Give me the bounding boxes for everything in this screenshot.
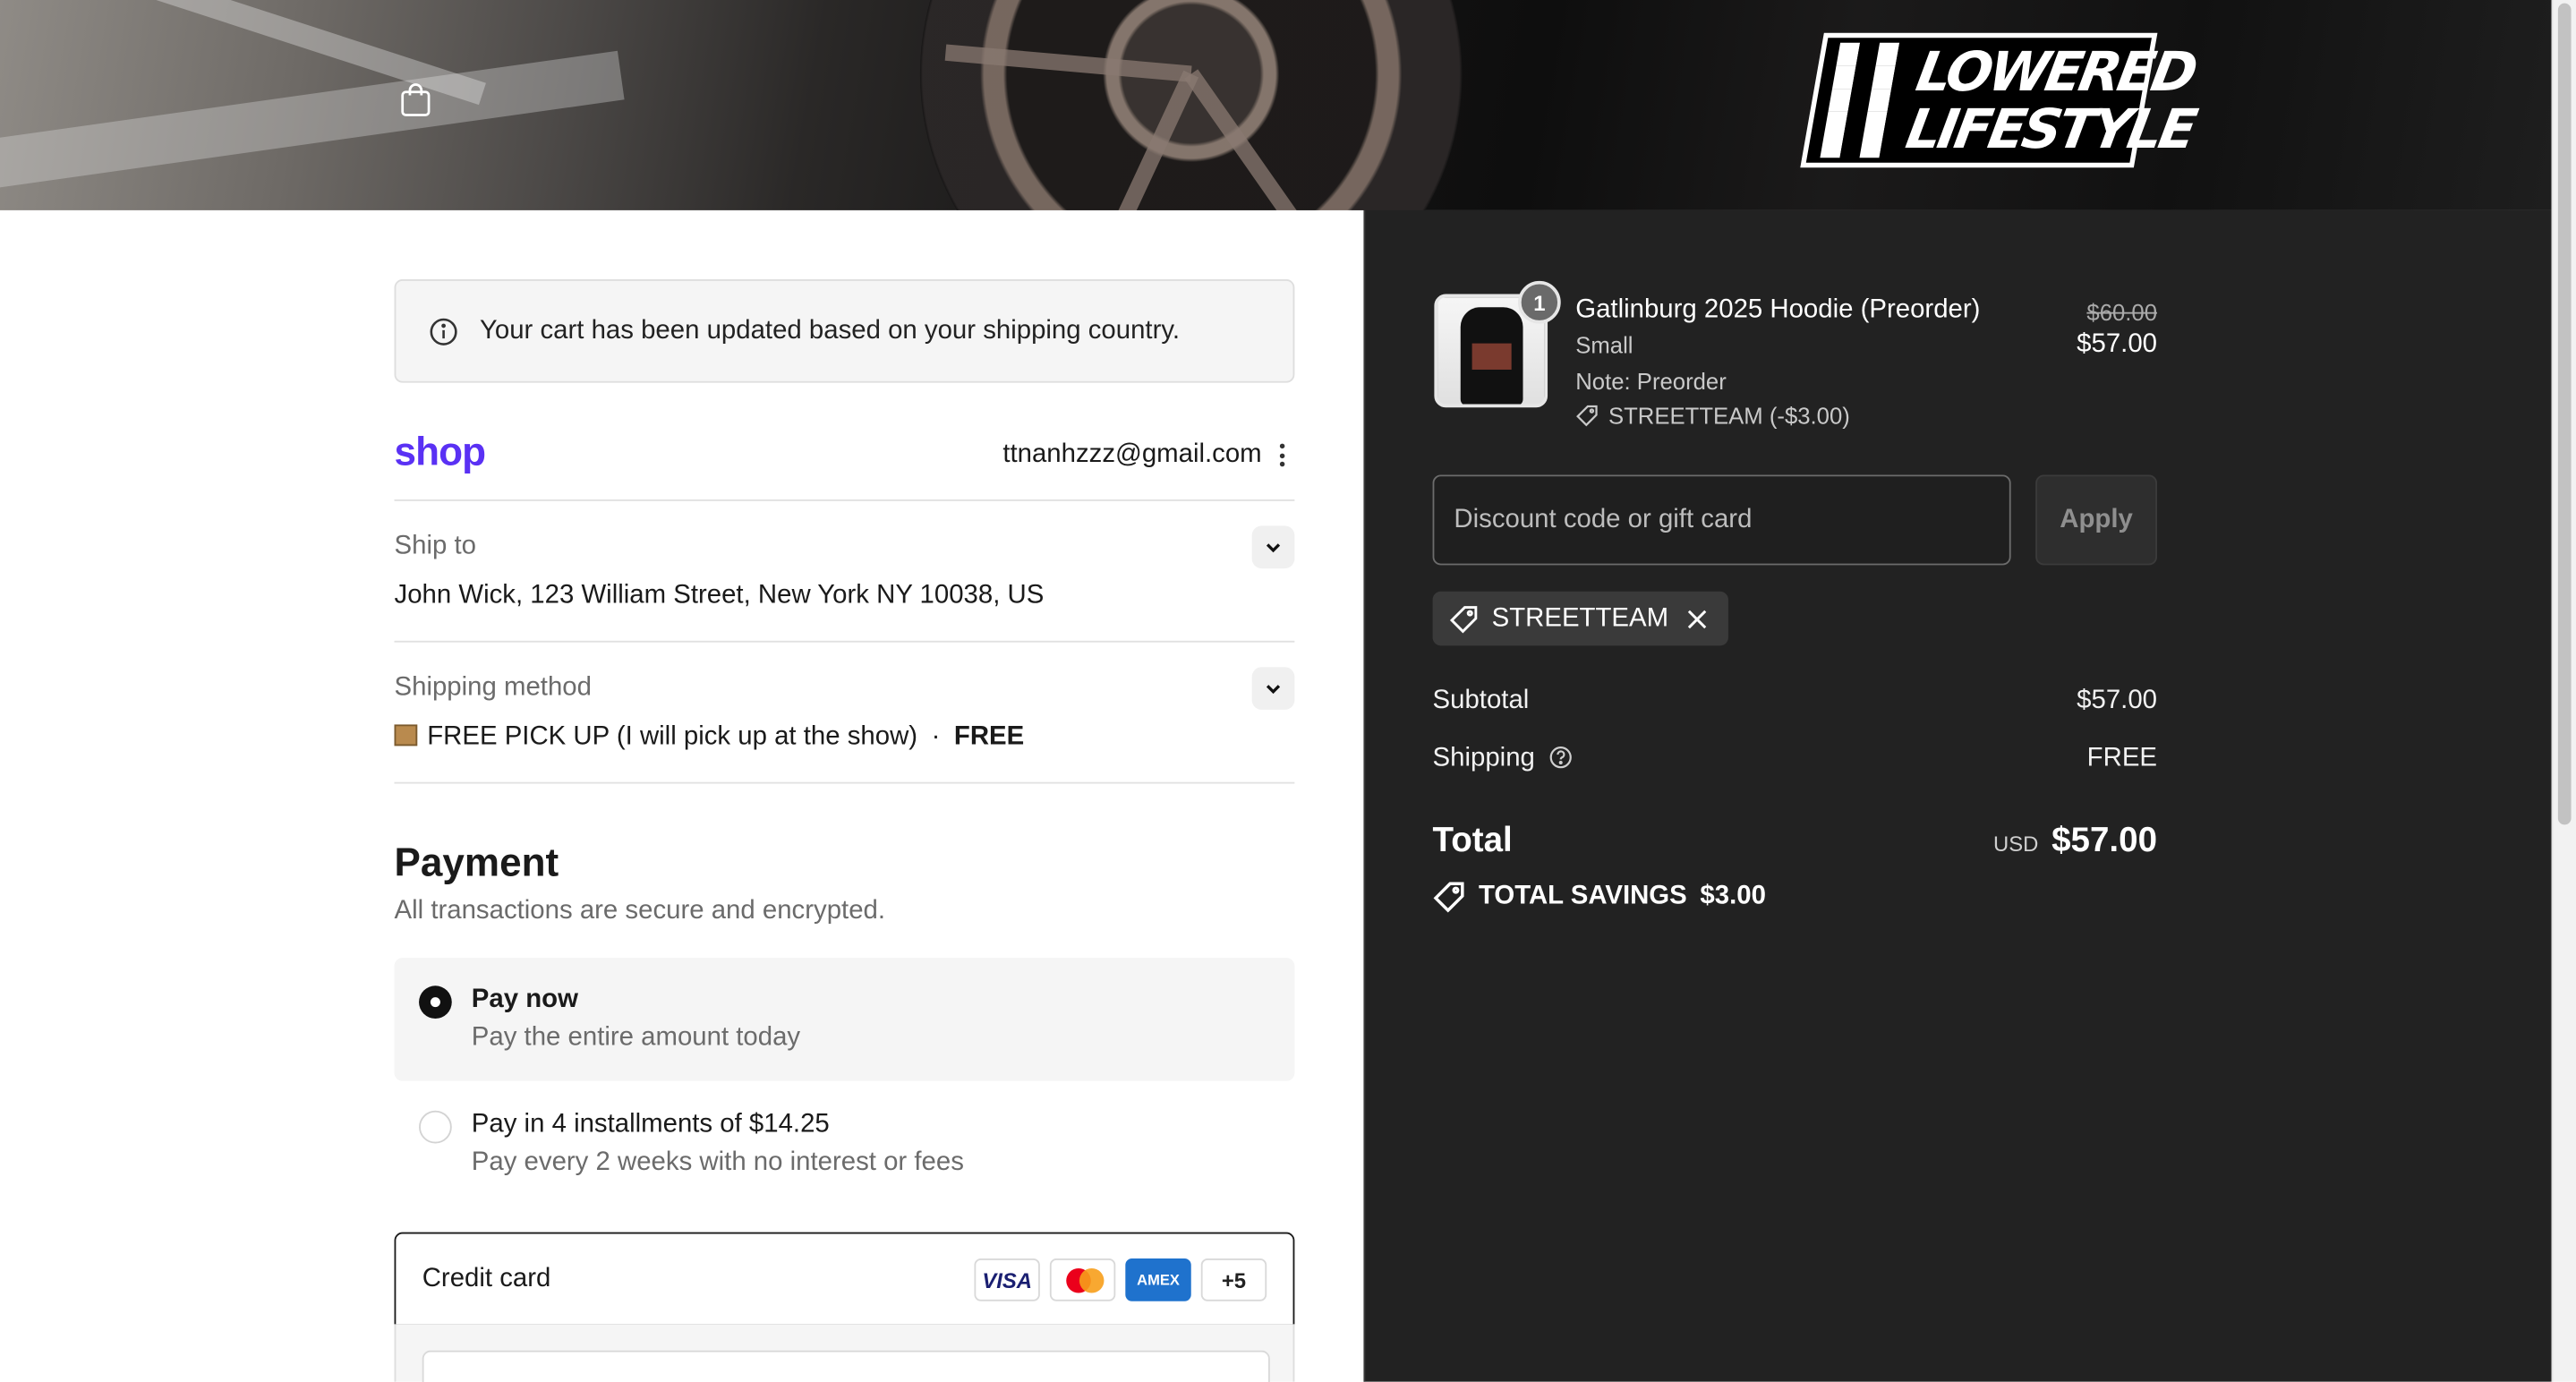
shipping-method-value: FREE PICK UP (I will pick up at the show…	[394, 722, 1025, 753]
amex-icon: AMEX	[1125, 1258, 1191, 1301]
remove-discount-icon[interactable]	[1685, 607, 1708, 630]
page-scrollbar[interactable]	[2551, 0, 2576, 1382]
tag-icon	[1449, 605, 1478, 633]
subtotal-label: Subtotal	[1432, 687, 1530, 715]
logo-text-line2: LIFESTYLE	[1901, 97, 2199, 161]
discount-code-input[interactable]	[1432, 474, 2011, 566]
shipping-method-name: FREE PICK UP (I will pick up at the show…	[427, 722, 918, 751]
credit-card-label: Credit card	[422, 1264, 551, 1292]
shopping-bag-icon[interactable]	[399, 82, 432, 118]
shipping-row-label: Shipping	[1433, 744, 1573, 773]
quantity-badge: 1	[1518, 280, 1561, 324]
scrollbar-thumb[interactable]	[2557, 3, 2572, 825]
total-amount: $57.00	[2051, 821, 2158, 859]
pay-now-option[interactable]	[394, 958, 1295, 1081]
shipping-label: Shipping	[1432, 744, 1535, 772]
item-price: $57.00	[2077, 329, 2158, 359]
store-logo[interactable]: LOWERED LIFESTYLE	[1800, 32, 2199, 168]
tag-icon	[1576, 405, 1598, 427]
pay-now-title: Pay now	[471, 985, 578, 1014]
mastercard-icon	[1049, 1258, 1116, 1301]
chevron-down-icon	[1266, 685, 1281, 695]
divider	[394, 499, 1295, 501]
savings-value: $3.00	[1700, 882, 1766, 910]
installments-title[interactable]: Pay in 4 installments of $14.25	[472, 1111, 830, 1140]
divider	[394, 640, 1295, 643]
original-price: $60.00	[2086, 299, 2158, 326]
divider	[394, 781, 1295, 784]
total-label: Total	[1432, 821, 1513, 859]
shipping-method-expand-button[interactable]	[1251, 667, 1295, 710]
payment-subtitle: All transactions are secure and encrypte…	[394, 897, 886, 926]
checkout-main	[0, 209, 1364, 1382]
ship-to-label: Ship to	[394, 532, 476, 560]
account-email: ttnanhzzz@gmail.com	[1002, 439, 1262, 469]
subtotal-value: $57.00	[2077, 687, 2158, 715]
pay-now-radio[interactable]	[419, 985, 452, 1019]
product-name: Gatlinburg 2025 Hoodie (Preorder)	[1575, 295, 1981, 324]
total-currency: USD	[1993, 831, 2039, 857]
header-banner: LOWERED LIFESTYLE	[0, 0, 2552, 210]
credit-card-form	[394, 1324, 1295, 1382]
savings-label: TOTAL SAVINGS	[1478, 882, 1687, 910]
total-savings: TOTAL SAVINGS $3.00	[1433, 881, 1766, 914]
chevron-down-icon	[1266, 543, 1281, 553]
product-discount-text: STREETTEAM (-$3.00)	[1608, 402, 1850, 430]
shop-pay-logo: shop	[394, 430, 486, 475]
card-brands: VISA AMEX +5	[974, 1258, 1267, 1301]
banner-wheel-image	[919, 0, 1463, 210]
payment-heading: Payment	[394, 840, 559, 886]
applied-discount-chip: STREETTEAM	[1432, 591, 1728, 646]
shipping-method-price: FREE	[953, 722, 1025, 751]
notice-text: Your cart has been updated based on your…	[479, 316, 1181, 345]
visa-icon: VISA	[974, 1258, 1040, 1301]
logo-text-line1: LOWERED	[1911, 39, 2200, 104]
package-icon	[394, 724, 418, 746]
help-icon[interactable]	[1548, 746, 1572, 769]
tag-icon	[1433, 882, 1464, 913]
product-variant: Small	[1575, 331, 1633, 359]
ship-to-expand-button[interactable]	[1251, 525, 1295, 569]
shipping-value: FREE	[2086, 744, 2158, 772]
ship-to-address: John Wick, 123 William Street, New York …	[394, 581, 1045, 610]
checkout-page: LOWERED LIFESTYLE Your cart has been upd…	[0, 0, 2576, 1382]
apply-discount-button[interactable]: Apply	[2035, 474, 2158, 566]
more-cards-badge: +5	[1200, 1258, 1267, 1301]
total-value: USD $57.00	[1993, 822, 2157, 861]
card-number-field[interactable]	[422, 1350, 1270, 1382]
applied-discount-code: STREETTEAM	[1491, 603, 1669, 632]
installments-radio[interactable]	[419, 1110, 452, 1144]
product-discount: STREETTEAM (-$3.00)	[1575, 403, 1850, 429]
pay-now-subtitle: Pay the entire amount today	[471, 1023, 801, 1052]
shipping-method-label: Shipping method	[394, 673, 592, 702]
kebab-menu-icon[interactable]	[1272, 440, 1292, 470]
info-icon	[430, 317, 457, 345]
cart-updated-notice: Your cart has been updated based on your…	[394, 279, 1295, 383]
credit-card-option[interactable]: Credit card VISA AMEX +5	[394, 1232, 1295, 1327]
product-note: Note: Preorder	[1575, 368, 1727, 395]
shipping-method-separator: ·	[931, 722, 941, 751]
installments-subtitle: Pay every 2 weeks with no interest or fe…	[471, 1148, 964, 1177]
